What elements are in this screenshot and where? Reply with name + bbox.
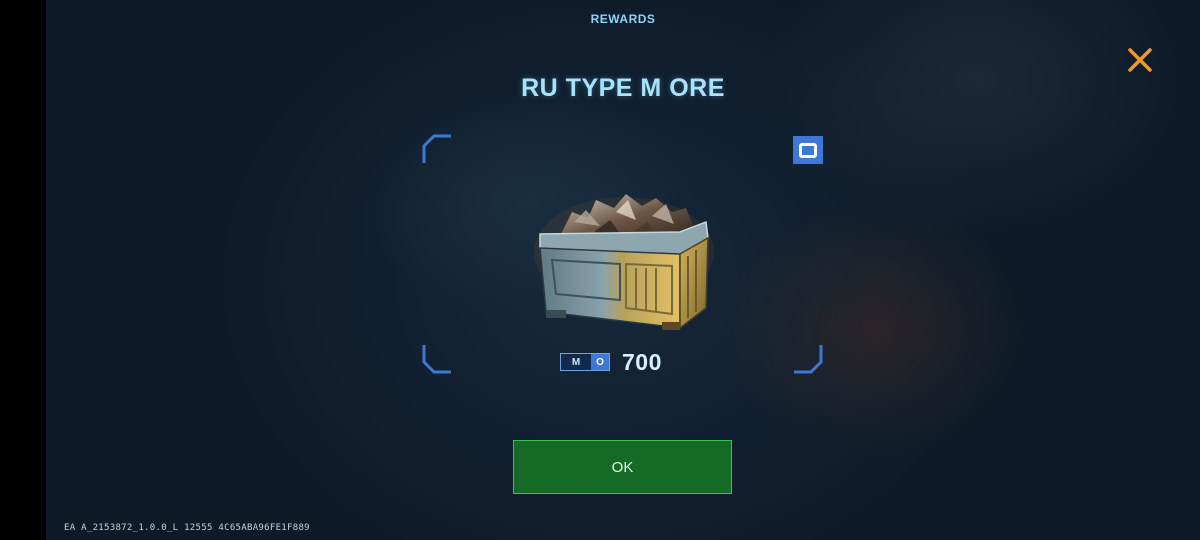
frame-corner-bottom-right (794, 345, 823, 374)
frame-corner-bottom-left (422, 345, 451, 374)
close-x-icon (1128, 48, 1152, 72)
rarity-badge: O (793, 136, 823, 164)
close-button[interactable] (1124, 44, 1156, 76)
frame-corner-top-left (422, 134, 451, 163)
resource-tag-suffix: O (591, 354, 609, 370)
build-info-text: EA A_2153872_1.0.0_L 12555 4C65ABA96FE1F… (64, 523, 310, 533)
rewards-screen: REWARDS RU TYPE M ORE O (0, 0, 1200, 540)
ok-button[interactable]: OK (513, 440, 732, 494)
reward-amount-row: M O 700 (560, 346, 662, 378)
resource-type-tag: M O (560, 353, 610, 371)
left-black-bar (0, 0, 46, 540)
ore-crate-image (534, 194, 714, 330)
resource-tag-prefix: M (561, 354, 591, 370)
reward-amount: 700 (622, 348, 662, 375)
rarity-o-glyph (799, 142, 817, 158)
reward-title: RU TYPE M ORE (521, 74, 725, 102)
header-title: REWARDS (590, 12, 656, 26)
